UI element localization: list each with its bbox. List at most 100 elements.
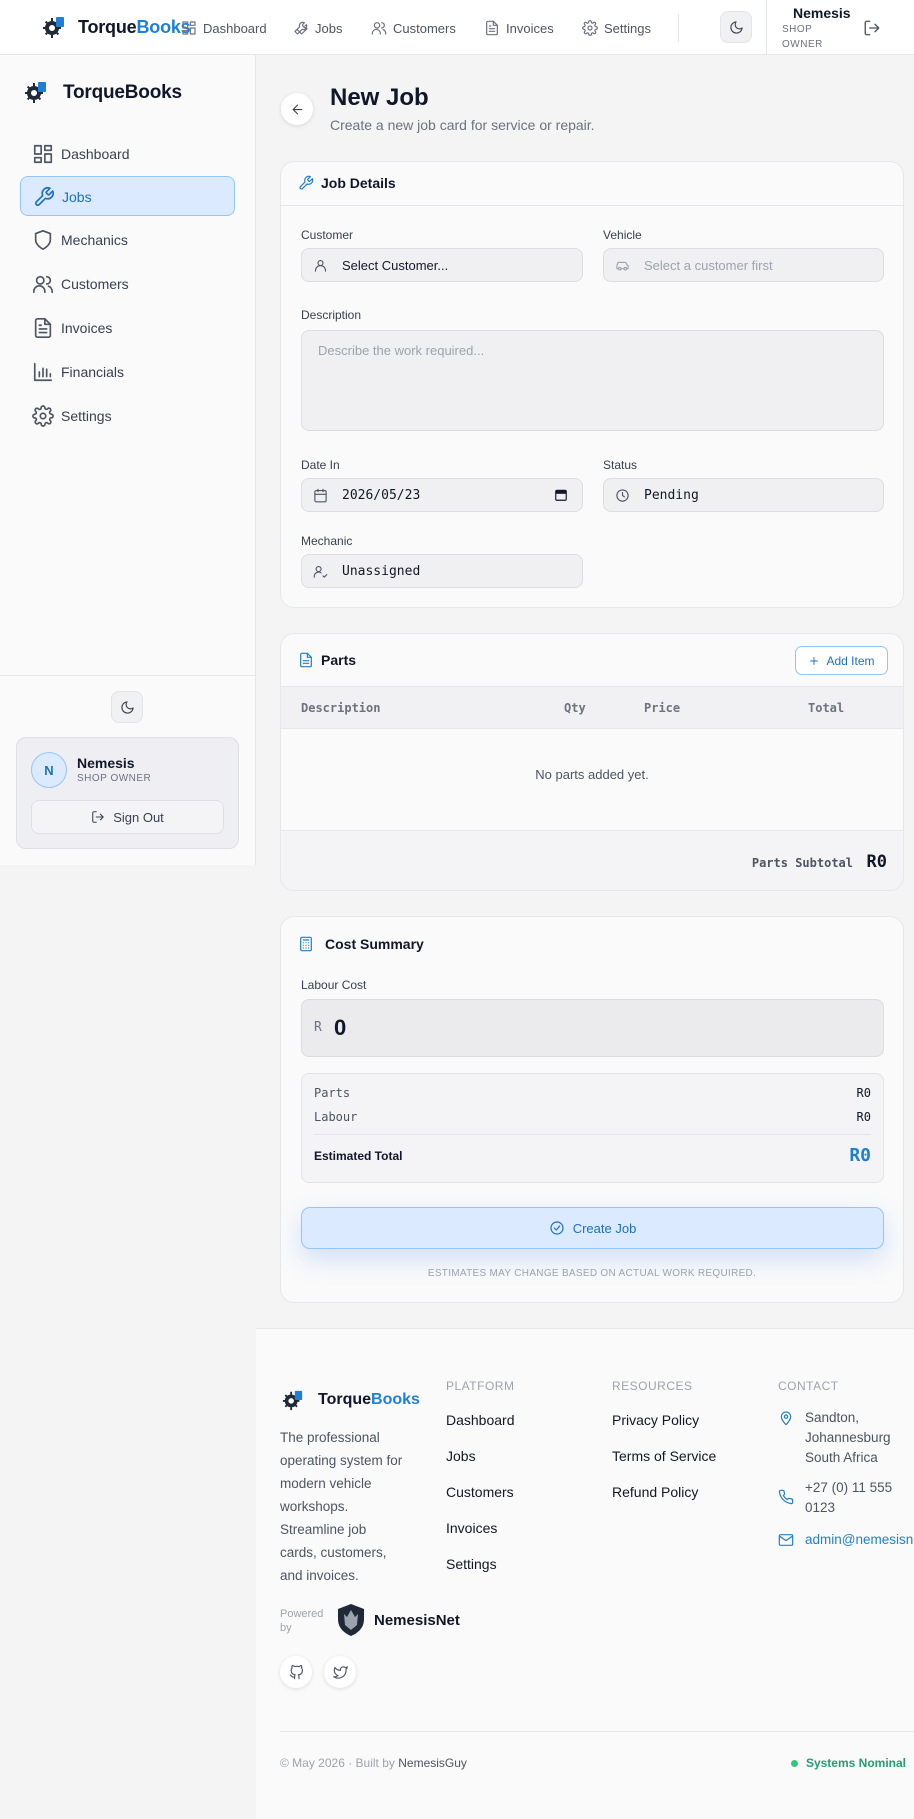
user-check-icon <box>313 565 328 578</box>
author-link[interactable]: NemesisGuy <box>398 1756 467 1770</box>
status-dot-icon <box>790 1759 798 1767</box>
sidebar-item-jobs[interactable]: Jobs <box>20 176 235 216</box>
torquebooks-logo-icon[interactable] <box>282 1389 304 1411</box>
avatar: N <box>31 752 67 788</box>
footer-link-dashboard[interactable]: Dashboard <box>446 1412 515 1428</box>
sign-out-label: Sign Out <box>113 809 164 825</box>
back-button[interactable] <box>281 93 313 125</box>
arrow-left-icon <box>292 104 302 114</box>
card-title: Job Details <box>321 175 396 191</box>
description-textarea[interactable]: Describe the work required... <box>301 330 884 431</box>
brand-name[interactable]: TorqueBooks <box>78 17 191 38</box>
column-header: Qty <box>564 701 586 715</box>
partner-name[interactable]: NemesisNet <box>374 1612 460 1629</box>
plus-icon <box>810 656 819 665</box>
sidebar-item-settings[interactable]: Settings <box>20 396 235 436</box>
topnav-settings[interactable]: Settings <box>582 17 651 39</box>
users-icon <box>371 22 387 35</box>
date-in-input[interactable]: 2026/05/23 <box>301 478 583 512</box>
date-in-value: 2026/05/23 <box>342 488 421 503</box>
footer-link-privacy[interactable]: Privacy Policy <box>612 1412 699 1428</box>
footer-link-settings[interactable]: Settings <box>446 1556 497 1572</box>
mechanic-select[interactable]: Unassigned <box>301 554 583 588</box>
gear-icon <box>32 405 54 427</box>
sidebar-item-financials[interactable]: Financials <box>20 352 235 392</box>
sign-out-button[interactable]: Sign Out <box>31 800 224 834</box>
create-job-button[interactable]: Create Job <box>301 1207 884 1249</box>
calculator-icon <box>300 936 312 952</box>
footer-resources-heading: RESOURCES <box>612 1379 693 1393</box>
nemesisnet-logo-icon[interactable] <box>336 1603 366 1637</box>
footer-link-jobs[interactable]: Jobs <box>446 1448 476 1464</box>
add-item-button[interactable]: Add Item <box>795 646 888 675</box>
torquebooks-logo-icon[interactable] <box>24 80 48 104</box>
date-in-label: Date In <box>301 458 340 472</box>
status-select[interactable]: Pending <box>603 478 884 512</box>
topnav-invoices[interactable]: Invoices <box>484 17 554 39</box>
breakdown-row-labour: Labour R0 <box>314 1110 871 1124</box>
document-icon <box>300 652 312 668</box>
sidebar-item-invoices[interactable]: Invoices <box>20 308 235 348</box>
dashboard-icon <box>33 144 53 164</box>
footer-link-invoices[interactable]: Invoices <box>446 1520 497 1536</box>
document-icon <box>34 318 52 338</box>
breakdown-label: Parts <box>314 1086 351 1100</box>
footer-phone[interactable]: +27 (0) 11 555 0123 <box>805 1478 892 1518</box>
topnav-customers[interactable]: Customers <box>371 17 456 39</box>
footer-link-terms[interactable]: Terms of Service <box>612 1448 716 1464</box>
topnav-label: Jobs <box>315 20 343 36</box>
footer-link-customers[interactable]: Customers <box>446 1484 514 1500</box>
page-subtitle: Create a new job card for service or rep… <box>330 117 595 133</box>
breakdown-value: R0 <box>856 1086 871 1100</box>
topnav-divider <box>678 14 679 42</box>
sidebar-item-label: Financials <box>61 364 125 380</box>
wrench-icon <box>299 175 314 190</box>
footer-about-text: The professional operating system for mo… <box>280 1430 403 1583</box>
sidebar-theme-toggle-button[interactable] <box>111 691 143 723</box>
sign-out-icon <box>92 811 104 823</box>
mechanic-label: Mechanic <box>301 534 353 548</box>
card-header: Job Details <box>281 162 903 206</box>
topnav-dashboard[interactable]: Dashboard <box>181 17 267 39</box>
theme-toggle-button[interactable] <box>720 11 752 43</box>
check-circle-icon <box>550 1221 564 1235</box>
sidebar-user-card: N Nemesis SHOP OWNER Sign Out <box>16 737 239 849</box>
vehicle-select-placeholder: Select a customer first <box>644 258 773 273</box>
sign-out-icon[interactable] <box>863 19 881 37</box>
create-job-label: Create Job <box>572 1220 637 1236</box>
column-header: Description <box>301 701 381 715</box>
job-details-card: Job Details Customer Select Customer... … <box>280 161 904 608</box>
footer-brand-name[interactable]: TorqueBooks <box>318 1391 420 1409</box>
sidebar-brand-name[interactable]: TorqueBooks <box>63 82 182 104</box>
parts-footer: Parts Subtotal R0 <box>281 830 903 890</box>
calendar-picker-icon[interactable] <box>554 488 568 502</box>
status-text: Systems Nominal <box>805 1756 906 1770</box>
gear-icon <box>582 20 598 36</box>
topnav-jobs[interactable]: Jobs <box>293 17 342 39</box>
shield-icon <box>34 230 52 250</box>
labour-cost-input[interactable]: R 0 <box>301 999 884 1057</box>
sidebar-divider <box>0 675 256 676</box>
system-status: Systems Nominal <box>790 1756 906 1770</box>
mail-icon <box>778 1534 794 1546</box>
vehicle-label: Vehicle <box>603 228 642 242</box>
twitter-link[interactable] <box>324 1656 356 1688</box>
topnav-label: Invoices <box>506 20 554 36</box>
sidebar-item-mechanics[interactable]: Mechanics <box>20 220 235 260</box>
status-label: Status <box>603 458 638 472</box>
sidebar-item-dashboard[interactable]: Dashboard <box>20 134 235 174</box>
cost-breakdown: Parts R0 Labour R0 Estimated Total R0 <box>301 1073 884 1183</box>
sidebar-item-label: Settings <box>61 408 112 424</box>
document-icon <box>486 20 498 36</box>
customer-select[interactable]: Select Customer... <box>301 248 583 282</box>
top-user-role: SHOP OWNER <box>782 24 823 50</box>
footer-email-link[interactable]: admin@nemesisn <box>805 1530 913 1550</box>
labour-cost-label: Labour Cost <box>301 978 367 992</box>
footer-link-refund[interactable]: Refund Policy <box>612 1484 698 1500</box>
torquebooks-logo-icon[interactable] <box>42 15 66 39</box>
sidebar-item-customers[interactable]: Customers <box>20 264 235 304</box>
vehicle-select[interactable]: Select a customer first <box>603 248 884 282</box>
github-link[interactable] <box>280 1656 312 1688</box>
top-user-name: Nemesis <box>793 5 851 21</box>
breakdown-divider <box>314 1134 871 1135</box>
